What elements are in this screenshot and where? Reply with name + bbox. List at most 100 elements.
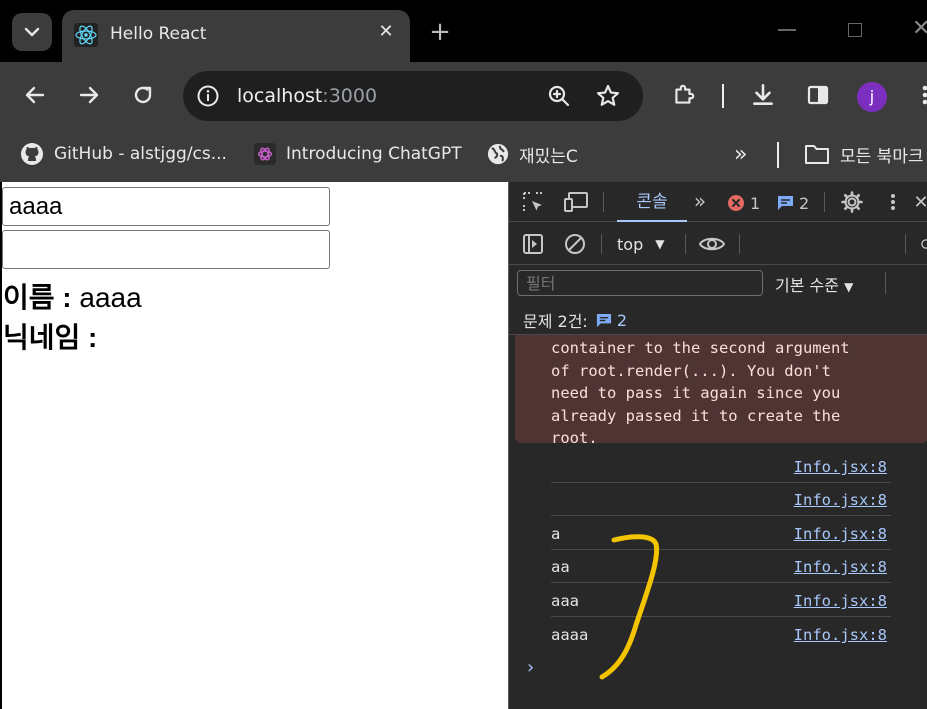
url-text[interactable]: localhost:3000 [237,85,377,107]
downloads-button[interactable] [747,79,779,111]
dropdown-caret-icon: ▼ [844,280,854,294]
name-display: 이름 : aaaa [3,276,142,316]
puzzle-icon [675,84,695,104]
extensions-button[interactable] [668,79,700,111]
message-icon [778,196,793,210]
bookmark-label: 재밌는C [519,146,578,167]
folder-icon [805,145,829,164]
console-messages: container to the second argument of root… [509,334,927,709]
log-levels-dropdown[interactable]: 기본 수준 ▼ [775,272,853,296]
bookmark-github[interactable]: GitHub - alstjgg/cs... [20,140,227,168]
chatgpt-icon [254,143,276,165]
minimize-button[interactable] [778,29,796,31]
log-source-link[interactable]: Info.jsx:8 [794,626,887,644]
toolbar-separator [739,234,740,254]
address-bar[interactable]: localhost:3000 [183,71,643,121]
github-icon [21,143,43,165]
browser-tab[interactable]: Hello React ✕ [62,10,410,62]
settings-gear-icon[interactable] [840,190,864,214]
console-settings-gear-icon[interactable] [919,232,927,256]
context-selector[interactable]: top ▼ [617,233,664,255]
side-panel-button[interactable] [802,79,834,111]
toolbar-separator [601,234,602,254]
bookmark-label: GitHub - alstjgg/cs... [54,144,227,164]
log-source-link[interactable]: Info.jsx:8 [794,592,887,610]
react-icon [74,23,98,47]
more-vertical-icon [922,85,927,105]
toolbar-separator [885,272,886,294]
clear-console-icon[interactable] [563,232,587,256]
devtools-tabs: 콘솔 » 1 2 ✕ [509,182,927,222]
sidebar-toggle-icon[interactable] [521,232,545,256]
log-source-link[interactable]: Info.jsx:8 [794,558,887,576]
nickname-input[interactable] [2,230,330,269]
error-line: already passed it to create the [551,406,841,425]
close-devtools-icon[interactable]: ✕ [913,192,927,213]
profile-avatar[interactable]: j [857,82,887,112]
hand-drawn-bracket-annotation [599,534,660,680]
error-line: of root.render(...). You don't [551,361,831,380]
forward-button[interactable] [73,79,105,111]
console-prompt[interactable]: › [527,657,534,678]
annotation-stroke [599,534,660,680]
dropdown-caret-icon: ▼ [655,237,665,251]
console-log-row: Info.jsx:8 [551,483,891,516]
error-line: need to pass it again since you [551,384,841,402]
bookmarks-separator [777,142,779,168]
toolbar-separator [685,234,686,254]
console-error-message: container to the second argument of root… [515,335,927,447]
tab-strip: Hello React ✕ + ✕ [0,0,927,62]
error-line: root. [551,429,598,447]
bookmarks-overflow-button[interactable]: » [734,140,747,168]
issues-badge[interactable]: 2 [596,311,627,330]
close-tab-icon[interactable]: ✕ [374,20,398,44]
arrow-left-icon [25,86,45,104]
nickname-label: 닉네임 : [3,322,98,353]
error-line: container to the second argument [551,339,850,357]
log-source-link[interactable]: Info.jsx:8 [794,491,887,509]
reload-button[interactable] [127,79,159,111]
reload-icon [134,86,152,104]
tab-separator [603,192,604,212]
issues-bar[interactable]: 문제 2건: 2 [523,308,627,332]
log-message: a [551,525,561,543]
site-info-icon[interactable] [196,84,220,108]
new-tab-button[interactable]: + [426,18,454,46]
toolbar-separator [722,84,724,108]
side-panel-icon [807,85,829,105]
globe-icon [487,143,509,165]
all-bookmarks-folder[interactable]: 모든 북마크 [804,140,924,168]
console-log-row: Info.jsx:8 [551,450,891,483]
bookmark-chatgpt[interactable]: Introducing ChatGPT [254,140,462,168]
device-toolbar-icon[interactable] [563,190,589,214]
console-filter-input[interactable] [517,270,763,296]
browser-menu-button[interactable] [909,79,927,111]
log-source-link[interactable]: Info.jsx:8 [794,458,887,476]
tab-search-button[interactable] [12,13,52,51]
download-icon [753,83,773,105]
log-message: aaa [551,592,579,610]
error-icon [728,195,744,211]
log-source-link[interactable]: Info.jsx:8 [794,525,887,543]
star-icon[interactable] [595,83,621,109]
name-input[interactable] [2,187,330,226]
live-expression-eye-icon[interactable] [697,232,727,256]
bookmark-jaemitneun-c[interactable]: 재밌는C [487,140,578,168]
tab-console[interactable]: 콘솔 [617,182,687,222]
name-label: 이름 : [3,282,72,313]
bookmark-label: 모든 북마크 [840,146,924,167]
maximize-button[interactable] [848,23,862,37]
window-close-button[interactable]: ✕ [912,16,927,41]
more-tabs-button[interactable]: » [689,188,711,214]
inspect-element-icon[interactable] [521,190,545,214]
chevron-down-icon [24,27,40,37]
page-viewport: 이름 : aaaa 닉네임 : [2,182,508,709]
error-count-badge[interactable]: 1 [727,192,760,214]
back-button[interactable] [19,79,51,111]
name-value: aaaa [71,282,142,313]
devtools-menu-icon[interactable] [887,190,899,214]
devtools-panel: 콘솔 » 1 2 ✕ top ▼ [508,182,927,709]
zoom-icon[interactable] [547,84,571,108]
tab-title: Hello React [110,24,207,44]
message-count-badge[interactable]: 2 [777,192,809,214]
